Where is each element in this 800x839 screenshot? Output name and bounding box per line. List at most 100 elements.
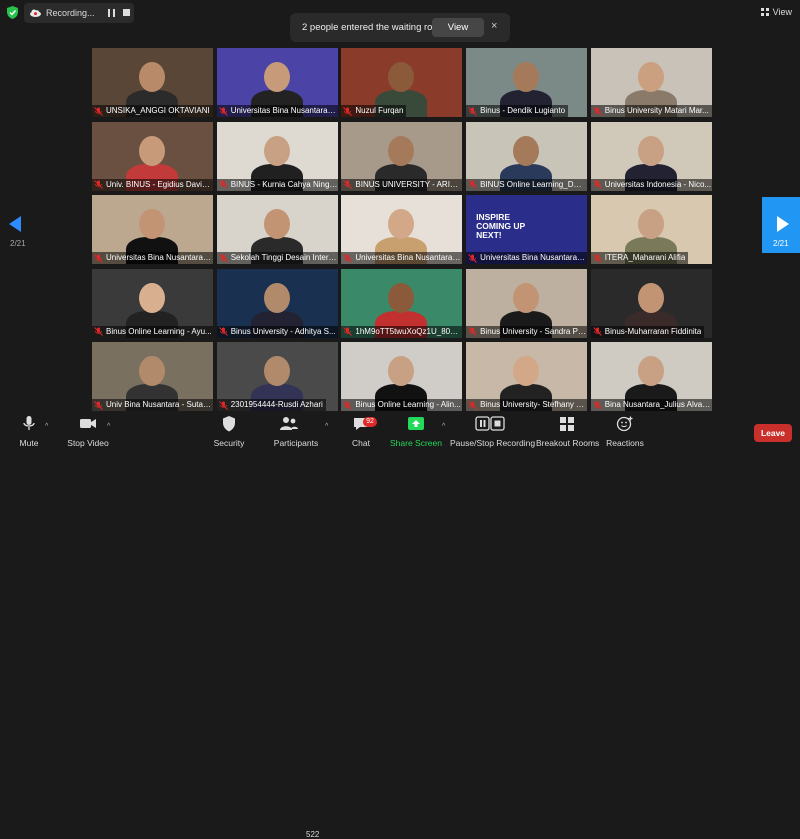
participant-video-tile[interactable]: Universitas Bina Nusantara - ...: [216, 48, 338, 117]
reactions-button[interactable]: Reactions: [605, 412, 645, 450]
muted-microphone-icon: [218, 400, 228, 410]
participant-name-tag: Binus University Matari Mar...: [590, 105, 712, 117]
participants-button[interactable]: Participants: [272, 412, 320, 450]
pause-recording-icon[interactable]: [108, 9, 115, 17]
participant-head: [513, 282, 540, 313]
chevron-up-icon[interactable]: ^: [325, 423, 328, 430]
participant-name-tag: Nuzul Furqan: [341, 105, 407, 117]
participant-name-tag: Bina Nusantara_Julius Alvan...: [590, 399, 712, 411]
chevron-up-icon[interactable]: ^: [45, 423, 48, 430]
muted-microphone-icon: [94, 106, 103, 116]
participant-name-tag: Sekolah Tinggi Desain Inters...: [216, 252, 338, 264]
previous-page-button[interactable]: 2/21: [0, 203, 38, 248]
participant-name-tag: BINUS Online Learning_Dwi ...: [466, 178, 588, 191]
participant-name: Binus Online Learning - Ayu...: [106, 326, 212, 336]
recording-indicator[interactable]: Recording...: [24, 3, 134, 23]
stop-video-button[interactable]: Stop Video: [64, 412, 112, 450]
leave-meeting-button[interactable]: Leave: [754, 424, 792, 442]
participant-video-tile[interactable]: Universitas Indonesia - Nico...: [590, 121, 712, 191]
muted-microphone-icon: [218, 253, 228, 263]
participant-name-tag: Universitas Indonesia - Nico...: [590, 178, 712, 191]
participant-name-tag: Binus - Dendik Lugianto: [466, 105, 569, 117]
chevron-up-icon[interactable]: ^: [107, 423, 110, 430]
meeting-toolbar: Mute ^ Stop Video ^ Security Participant…: [0, 412, 800, 839]
participant-video-tile[interactable]: Binus University- Stefhany N...: [466, 342, 588, 411]
participant-head: [263, 209, 290, 239]
security-label: Security: [213, 438, 245, 448]
view-menu-button[interactable]: View: [760, 4, 792, 20]
participant-video-tile[interactable]: Binus University - Adhitya S...: [216, 268, 338, 338]
encryption-shield-icon[interactable]: [7, 6, 18, 19]
share-screen-icon: [408, 417, 424, 430]
participant-video-tile[interactable]: Univ. BINUS - Egidius David ...: [92, 121, 213, 191]
participant-count: 522: [306, 830, 320, 839]
participant-head: [637, 209, 664, 239]
muted-microphone-icon: [592, 327, 602, 336]
view-menu-label: View: [772, 7, 792, 17]
participant-video-tile[interactable]: Binus - Dendik Lugianto: [466, 48, 588, 117]
participant-video-tile[interactable]: 2301954444-Rusdi Azhari: [216, 342, 338, 411]
participant-name-tag: Univ Bina Nusantara - Sutan...: [92, 399, 213, 411]
participant-video-tile[interactable]: Binus University Matari Mar...: [590, 48, 712, 117]
recording-cloud-icon: [30, 9, 41, 17]
security-button[interactable]: Security: [212, 412, 246, 450]
arrow-right-icon: [777, 216, 789, 232]
participant-name: Binus University Matari Mar...: [604, 106, 709, 115]
participant-video-tile[interactable]: Univ Bina Nusantara - Sutan...: [92, 342, 213, 411]
participant-head: [263, 282, 290, 313]
participant-video-tile[interactable]: Binus University - Sandra Pu...: [466, 268, 588, 338]
participant-name: Binus - Dendik Lugianto: [480, 106, 566, 115]
grid-view-icon: [760, 8, 769, 16]
participant-video-tile[interactable]: BINUS Online Learning_Dwi ...: [466, 121, 588, 191]
participant-name: BINUS Online Learning_Dwi ...: [480, 179, 588, 189]
participant-video-tile[interactable]: BINUS - Kurnia Cahya Nings...: [216, 121, 338, 191]
close-icon[interactable]: ×: [491, 20, 497, 32]
participant-video-tile[interactable]: Nuzul Furqan: [341, 48, 463, 117]
pause-stop-icon: [475, 416, 505, 431]
participant-name: Universitas Bina Nusantara - ...: [106, 253, 213, 262]
muted-microphone-icon: [343, 400, 353, 410]
muted-microphone-icon: [592, 400, 602, 410]
participant-name: Universitas Indonesia - Nico...: [604, 179, 712, 189]
breakout-rooms-button[interactable]: Breakout Rooms: [536, 412, 600, 450]
participant-video-tile[interactable]: Binus-Muharraran Fiddinita: [590, 268, 712, 338]
waiting-room-view-button[interactable]: View: [432, 18, 484, 37]
muted-microphone-icon: [94, 327, 103, 336]
participant-name: Binus University - Adhitya S...: [230, 326, 336, 336]
participant-name: 1hM9oTT5twuXoQz1U_8015...: [355, 326, 463, 336]
participant-video-tile[interactable]: Sekolah Tinggi Desain Inters...: [216, 195, 338, 264]
participant-head: [139, 62, 165, 92]
muted-microphone-icon: [592, 180, 602, 189]
participant-video-tile[interactable]: 1hM9oTT5twuXoQz1U_8015...: [341, 268, 463, 338]
page-indicator-left: 2/21: [10, 239, 26, 248]
mute-button[interactable]: Mute: [12, 412, 46, 450]
next-page-button[interactable]: 2/21: [762, 197, 800, 253]
participant-video-tile[interactable]: INSPIRE COMING UP NEXT! Universitas Bina …: [466, 195, 588, 264]
participant-video-tile[interactable]: Binus Online Learning - Ayu...: [92, 268, 213, 338]
participant-name-tag: BINUS - Kurnia Cahya Nings...: [216, 178, 338, 191]
participant-video-tile[interactable]: Binus Online Learning - Alin...: [341, 342, 463, 411]
participant-name: BINUS UNIVERSITY - ARIEF ...: [355, 179, 463, 189]
muted-microphone-icon: [343, 327, 353, 336]
participant-name-tag: Binus Online Learning - Ayu...: [92, 325, 213, 338]
participant-name: BINUS - Kurnia Cahya Nings...: [230, 179, 338, 189]
muted-microphone-icon: [218, 327, 228, 336]
participant-head: [388, 282, 415, 313]
virtual-background-banner: INSPIRE COMING UP NEXT!: [476, 212, 526, 240]
stop-recording-icon[interactable]: [123, 9, 130, 16]
breakout-rooms-icon: [560, 417, 574, 431]
participant-video-tile[interactable]: Bina Nusantara_Julius Alvan...: [590, 342, 712, 411]
pause-stop-recording-button[interactable]: Pause/Stop Recording: [450, 412, 535, 450]
participant-video-tile[interactable]: Universitas Bina Nusantara - ...: [341, 195, 463, 264]
participant-video-tile[interactable]: Universitas Bina Nusantara - ...: [92, 195, 213, 264]
participant-video-tile[interactable]: BINUS UNIVERSITY - ARIEF ...: [341, 121, 463, 191]
share-screen-button[interactable]: Share Screen: [390, 412, 442, 450]
participant-name-tag: Universitas Bina Nusantara - ...: [216, 105, 338, 117]
chevron-up-icon[interactable]: ^: [442, 423, 445, 430]
participant-video-tile[interactable]: UNSIKA_ANGGI OKTAVIANI: [92, 48, 213, 117]
participant-name: Binus University- Stefhany N...: [480, 400, 588, 409]
participant-video-tile[interactable]: ITERA_Maharani Alifia: [590, 195, 712, 264]
breakout-rooms-label: Breakout Rooms: [536, 438, 600, 448]
participant-head: [637, 282, 664, 313]
participant-name-tag: UNSIKA_ANGGI OKTAVIANI: [92, 105, 213, 117]
